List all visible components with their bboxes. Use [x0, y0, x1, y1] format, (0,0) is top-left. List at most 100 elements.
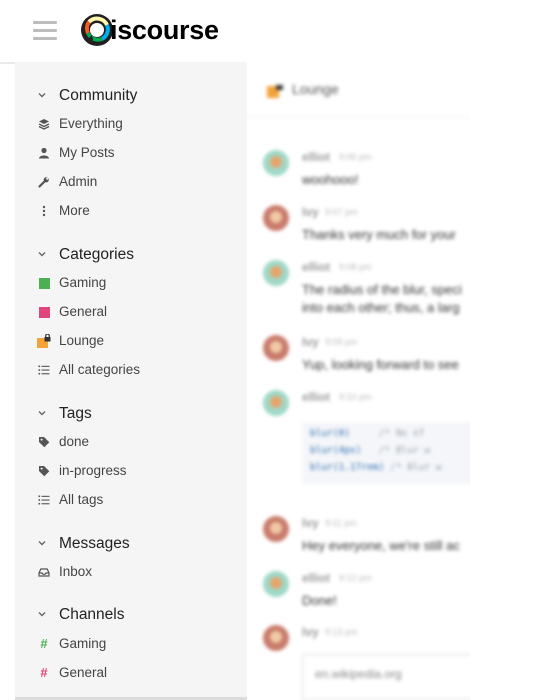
chat-panel: Lounge elliot 9:06 pm woohooo! Ivy 9:07 … [247, 62, 470, 700]
message-username[interactable]: elliot [302, 390, 330, 404]
message-text: Thanks very much for your [302, 227, 456, 242]
sidebar-item-label: All categories [59, 362, 141, 377]
discourse-logo-icon [81, 14, 113, 46]
sidebar-item-label: All tags [59, 492, 104, 507]
code-line: blur(4px) [310, 445, 362, 456]
sidebar-item-label: My Posts [59, 145, 115, 160]
message-timestamp: 9:09 pm [325, 337, 358, 347]
tag-icon [37, 464, 51, 478]
lock-icon [37, 334, 51, 348]
sidebar: Community Everything My Posts Admin More… [15, 62, 247, 700]
sidebar-item-label: Lounge [59, 333, 105, 348]
message-username[interactable]: Ivy [302, 625, 319, 639]
message-username[interactable]: elliot [302, 571, 330, 585]
sidebar-item-category-gaming[interactable]: Gaming [15, 271, 247, 295]
sidebar-item-tag-in-progress[interactable]: in-progress [15, 459, 247, 483]
chevron-down-icon [38, 252, 46, 257]
sidebar-item-everything[interactable]: Everything [15, 112, 247, 136]
code-comment: /* Blur w [378, 445, 431, 456]
inbox-icon [37, 565, 51, 579]
list-icon [37, 363, 51, 377]
section-title: Community [59, 87, 138, 104]
message-text: Hey everyone, we're still ac [302, 538, 460, 553]
avatar[interactable] [263, 571, 289, 597]
message-username[interactable]: Ivy [302, 335, 319, 349]
message-timestamp: 9:11 pm [325, 518, 357, 528]
channel-header: Lounge [247, 62, 470, 118]
hamburger-menu-icon[interactable] [33, 21, 57, 40]
section-title: Messages [59, 535, 130, 552]
page-right-margin [470, 0, 553, 700]
message-username[interactable]: Ivy [302, 205, 319, 219]
lock-icon [267, 82, 285, 103]
layers-icon [37, 117, 51, 131]
sidebar-item-my-posts[interactable]: My Posts [15, 141, 247, 165]
sidebar-item-label: Gaming [59, 636, 107, 651]
message-text-line-2: into each other; thus, a larg [302, 300, 460, 315]
tag-icon [37, 435, 51, 449]
message-username[interactable]: elliot [302, 260, 330, 274]
user-icon [37, 146, 51, 160]
discourse-logo[interactable]: iscourse [80, 10, 219, 50]
hashtag-icon: # [40, 636, 48, 651]
chat-blur-layer: Lounge elliot 9:06 pm woohooo! Ivy 9:07 … [247, 62, 470, 700]
sidebar-item-label: in-progress [59, 463, 127, 478]
avatar[interactable] [263, 205, 289, 231]
sidebar-item-admin[interactable]: Admin [15, 170, 247, 194]
section-title: Channels [59, 606, 125, 623]
message-username[interactable]: Ivy [302, 516, 319, 530]
avatar[interactable] [263, 390, 289, 416]
message-text: woohooo! [302, 172, 359, 187]
message-text: Done! [302, 593, 337, 608]
message-text: The radius of the blur, speci [302, 282, 462, 297]
link-preview[interactable]: en.wikipedia.org [302, 654, 470, 700]
avatar[interactable] [263, 335, 289, 361]
sidebar-item-more[interactable]: More [15, 199, 247, 223]
link-preview-domain: en.wikipedia.org [315, 667, 402, 681]
avatar[interactable] [263, 516, 289, 542]
wrench-icon [37, 175, 51, 189]
sidebar-item-category-lounge[interactable]: Lounge [15, 329, 247, 353]
chevron-down-icon [38, 411, 46, 416]
sidebar-item-all-tags[interactable]: All tags [15, 488, 247, 512]
message-timestamp: 9:07 pm [325, 207, 358, 217]
sidebar-item-label: Inbox [59, 564, 93, 579]
code-line: blur(0) [310, 428, 351, 439]
sidebar-item-label: General [59, 665, 108, 680]
sidebar-item-tag-done[interactable]: done [15, 430, 247, 454]
vertical-ellipsis-icon [37, 204, 51, 218]
code-block: blur(0) /* No ef blur(4px) /* Blur w blu… [302, 422, 470, 484]
message-username[interactable]: elliot [302, 150, 330, 164]
logo-wordmark: iscourse [110, 14, 219, 45]
message-timestamp: 9:08 pm [339, 262, 372, 272]
section-title: Tags [59, 405, 92, 422]
list-icon [37, 493, 51, 507]
message-timestamp: 9:12 pm [339, 573, 372, 583]
hashtag-icon: # [40, 665, 48, 680]
code-line: blur(1.17rem) [310, 462, 385, 473]
sidebar-item-label: Admin [59, 174, 98, 189]
top-header: iscourse [0, 0, 470, 64]
chevron-down-icon [38, 612, 46, 617]
message-timestamp: 9:13 pm [325, 627, 358, 637]
sidebar-item-category-general[interactable]: General [15, 300, 247, 324]
avatar[interactable] [263, 260, 289, 286]
sidebar-item-channel-general[interactable]: # General [15, 661, 247, 685]
sidebar-item-label: Gaming [59, 275, 107, 290]
sidebar-item-inbox[interactable]: Inbox [15, 560, 247, 584]
sidebar-item-channel-gaming[interactable]: # Gaming [15, 632, 247, 656]
sidebar-item-all-categories[interactable]: All categories [15, 358, 247, 382]
category-color-badge [37, 305, 51, 319]
sidebar-item-label: Everything [59, 116, 123, 131]
avatar[interactable] [263, 150, 289, 176]
category-color-badge [37, 276, 51, 290]
code-comment: /* No ef [378, 428, 425, 439]
message-timestamp: 9:10 pm [339, 392, 372, 402]
chevron-down-icon [38, 93, 46, 98]
avatar[interactable] [263, 625, 289, 651]
sidebar-item-label: General [59, 304, 108, 319]
sidebar-item-label: More [59, 203, 90, 218]
sidebar-item-label: done [59, 434, 90, 449]
section-title: Categories [59, 246, 134, 263]
channel-title: Lounge [292, 81, 339, 97]
